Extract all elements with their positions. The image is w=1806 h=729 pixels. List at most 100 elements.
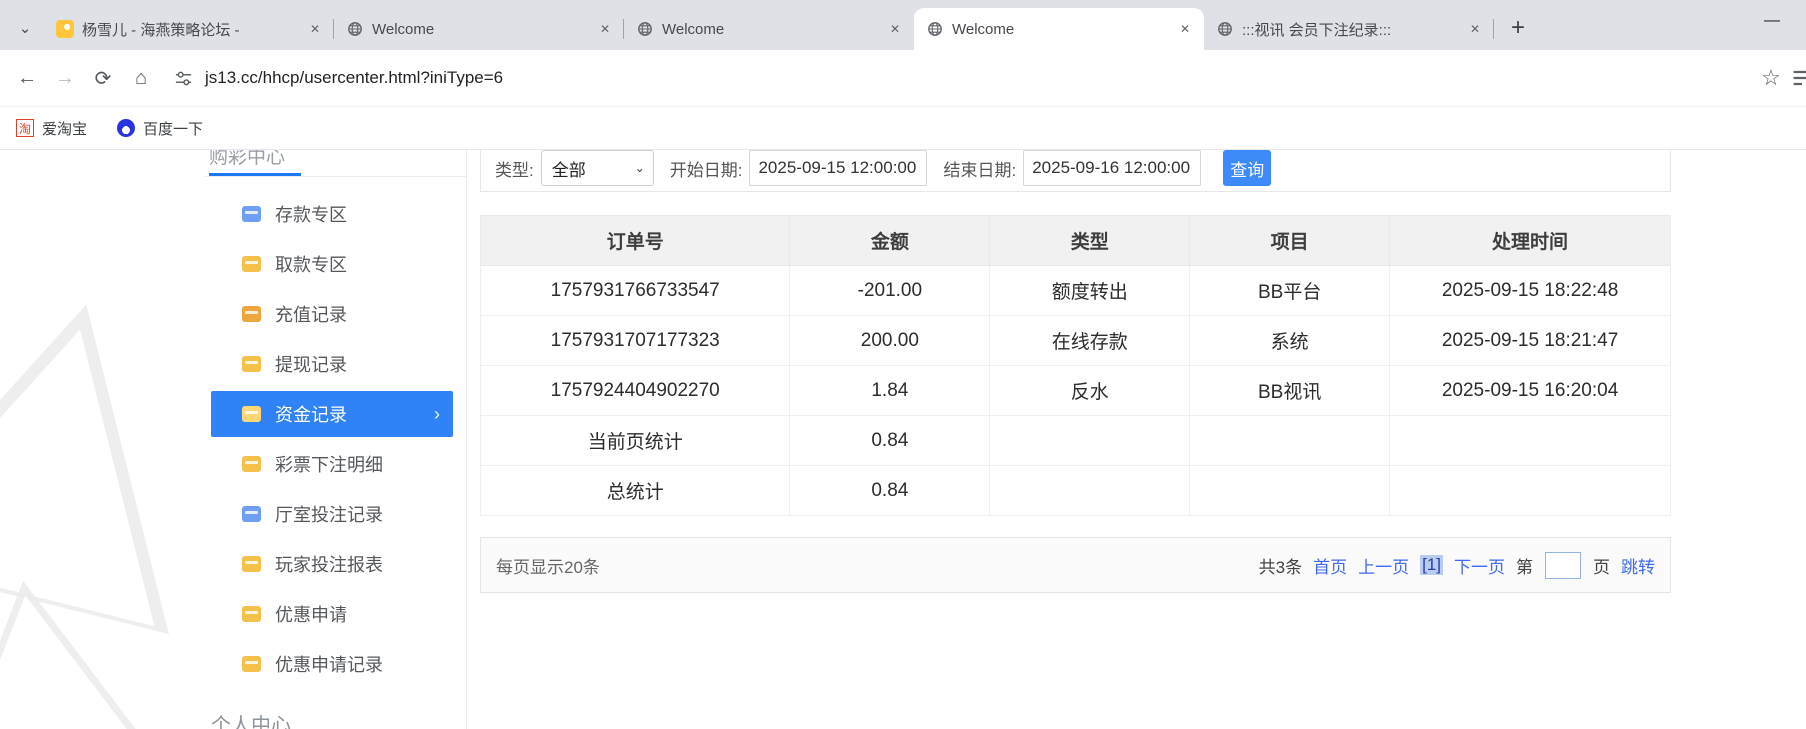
end-date-input[interactable]: [1023, 150, 1202, 186]
chevron-down-icon: ⌄: [634, 161, 645, 175]
tab-close-icon[interactable]: ✕: [594, 18, 616, 40]
table-row: 1757931707177323 200.00 在线存款 系统 2025-09-…: [479, 315, 1671, 366]
sidebar-divider: [205, 176, 466, 177]
sidebar-item-lottery-bet-details[interactable]: 彩票下注明细: [205, 439, 466, 489]
cell: 在线存款: [989, 315, 1191, 366]
query-button[interactable]: 查询: [1223, 150, 1272, 186]
sidebar-item-hall-bet-records[interactable]: 厅室投注记录: [205, 489, 466, 539]
cell: 额度转出: [989, 265, 1191, 316]
tab-close-icon[interactable]: ✕: [304, 18, 326, 40]
bookmark-aitaobao[interactable]: 淘 爱淘宝: [16, 118, 87, 139]
site-info-tune-icon[interactable]: [174, 69, 193, 88]
cell: 反水: [989, 365, 1191, 416]
sidebar-item-recharge-records[interactable]: 充值记录: [205, 289, 466, 339]
sidebar-item-withdraw-zone[interactable]: 取款专区: [205, 239, 466, 289]
cell: BB平台: [1189, 265, 1391, 316]
tab-close-icon[interactable]: ✕: [884, 18, 906, 40]
sidebar-item-promo-apply-records[interactable]: 优惠申请记录: [205, 639, 466, 689]
sidebar-item-label: 资金记录: [275, 405, 347, 425]
withdraw-card-icon: [242, 256, 261, 272]
browser-tab-welcome-2[interactable]: Welcome ✕: [624, 8, 914, 50]
minimize-window-icon[interactable]: —: [1764, 12, 1780, 30]
sidebar-item-label: 优惠申请: [275, 605, 347, 625]
forum-favicon-icon: [56, 20, 74, 38]
start-date-label: 开始日期:: [669, 160, 743, 180]
sidebar-item-player-bet-report[interactable]: 玩家投注报表: [205, 539, 466, 589]
bookmark-star-icon[interactable]: ☆: [1752, 59, 1790, 97]
funds-records-table: 订单号 金额 类型 项目 处理时间 1757931766733547 -201.…: [479, 215, 1671, 516]
globe-favicon-icon: [636, 20, 654, 38]
bookmark-baidu[interactable]: 百度一下: [117, 118, 203, 139]
bookmark-label: 百度一下: [143, 120, 204, 138]
tab-strip: ⌄ 杨雪儿 - 海燕策略论坛 - ✕ Welcome ✕ Welcome ✕ W…: [0, 0, 1806, 50]
tab-title: Welcome: [372, 20, 435, 38]
filter-bar: 类型: 全部 ⌄ 开始日期: 结束日期: 查询: [480, 150, 1671, 192]
cell: [989, 415, 1191, 466]
browser-tab-welcome-1[interactable]: Welcome ✕: [334, 8, 624, 50]
browser-tab-video-records[interactable]: :::视讯 会员下注纪录::: ✕: [1204, 8, 1494, 50]
cell: [1189, 415, 1391, 466]
address-bar: ← → ⟳ ⌂ js13.cc/hhcp/usercenter.html?ini…: [0, 50, 1806, 106]
lottery-detail-icon: [242, 456, 261, 472]
first-page-link[interactable]: 首页: [1313, 553, 1347, 578]
cell: 1757931707177323: [479, 315, 791, 366]
sidebar-menu: 存款专区 取款专区 充值记录 提现记录 资金记录 › 彩票下注明细 厅室投注记录…: [205, 189, 466, 689]
side-panel-icon[interactable]: [1790, 63, 1806, 93]
cell: 0.84: [789, 415, 991, 466]
col-header-order-no: 订单号: [479, 215, 791, 266]
col-header-process-time: 处理时间: [1389, 215, 1671, 266]
back-icon[interactable]: ←: [8, 59, 46, 97]
globe-favicon-icon: [1216, 20, 1234, 38]
home-icon[interactable]: ⌂: [122, 59, 160, 97]
page-prefix-label: 第: [1516, 557, 1533, 577]
reload-icon[interactable]: ⟳: [84, 59, 122, 97]
col-header-amount: 金额: [789, 215, 991, 266]
bookmark-label: 爱淘宝: [42, 120, 88, 138]
jump-link[interactable]: 跳转: [1621, 553, 1655, 578]
type-select[interactable]: 全部 ⌄: [540, 150, 654, 186]
cell: 2025-09-15 18:21:47: [1389, 315, 1671, 366]
deposit-card-icon: [242, 206, 261, 222]
tab-close-icon[interactable]: ✕: [1174, 18, 1196, 40]
sidebar-item-promo-apply[interactable]: 优惠申请: [205, 589, 466, 639]
sidebar-item-label: 存款专区: [275, 205, 347, 225]
sidebar-item-deposit-zone[interactable]: 存款专区: [205, 189, 466, 239]
sidebar-item-funds-records[interactable]: 资金记录 ›: [211, 391, 453, 437]
sidebar-item-label: 取款专区: [275, 255, 347, 275]
cell: 2025-09-15 16:20:04: [1389, 365, 1671, 416]
sidebar-item-label: 玩家投注报表: [275, 555, 383, 575]
table-header-row: 订单号 金额 类型 项目 处理时间: [479, 215, 1671, 266]
tab-search-chevron-icon[interactable]: ⌄: [10, 13, 40, 43]
end-date-label: 结束日期:: [943, 160, 1017, 180]
sidebar-section-personal-center[interactable]: 个人中心: [211, 709, 466, 729]
sidebar-item-label: 充值记录: [275, 305, 347, 325]
next-page-link[interactable]: 下一页: [1454, 553, 1505, 578]
page-jump-input[interactable]: [1545, 551, 1581, 579]
table-row: 1757924404902270 1.84 反水 BB视讯 2025-09-15…: [479, 365, 1671, 416]
prev-page-link[interactable]: 上一页: [1358, 553, 1409, 578]
cell: [989, 465, 1191, 516]
sidebar-item-label: 提现记录: [275, 355, 347, 375]
funds-record-icon: [242, 406, 261, 422]
browser-tab-forum[interactable]: 杨雪儿 - 海燕策略论坛 - ✕: [44, 8, 334, 50]
start-date-input[interactable]: [749, 150, 928, 186]
withdraw-record-icon: [242, 356, 261, 372]
sidebar-section-lottery-center[interactable]: 购彩中心: [209, 150, 302, 176]
cell: 2025-09-15 18:22:48: [1389, 265, 1671, 316]
baidu-icon: [117, 119, 136, 137]
new-tab-button[interactable]: +: [1502, 12, 1534, 44]
player-report-icon: [242, 556, 261, 572]
forward-icon[interactable]: →: [46, 59, 84, 97]
col-header-project: 项目: [1189, 215, 1391, 266]
browser-tab-welcome-active[interactable]: Welcome ✕: [914, 8, 1204, 50]
tab-title: 杨雪儿 - 海燕策略论坛 -: [82, 21, 240, 39]
promo-apply-icon: [242, 606, 261, 622]
type-label: 类型:: [495, 160, 534, 180]
sidebar-item-withdraw-records[interactable]: 提现记录: [205, 339, 466, 389]
taobao-icon: 淘: [16, 119, 34, 137]
tab-close-icon[interactable]: ✕: [1464, 18, 1486, 40]
url-bar[interactable]: js13.cc/hhcp/usercenter.html?iniType=6: [160, 50, 1752, 106]
table-row-page-total: 当前页统计 0.84: [479, 415, 1671, 466]
url-text: js13.cc/hhcp/usercenter.html?iniType=6: [205, 68, 504, 87]
globe-favicon-icon: [346, 20, 364, 38]
